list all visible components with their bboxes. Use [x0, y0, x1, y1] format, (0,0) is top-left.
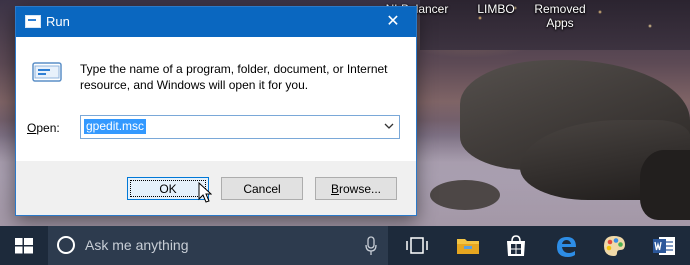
browse-button[interactable]: Browse...	[315, 177, 397, 200]
word-icon[interactable]	[651, 233, 677, 259]
taskbar: Ask me anything	[0, 226, 690, 265]
dialog-titlebar[interactable]: Run ✕	[16, 7, 416, 37]
run-program-icon	[32, 62, 62, 82]
dialog-content: Type the name of a program, folder, docu…	[16, 37, 416, 161]
run-dialog: Run ✕ Type the name of a program, folder…	[15, 6, 417, 216]
windows-start-icon[interactable]	[0, 226, 48, 265]
desktop-icon-removed-apps[interactable]: Removed Apps	[530, 2, 590, 30]
desktop-icon-limbo[interactable]: LIMBO	[466, 2, 526, 16]
cortana-icon[interactable]	[57, 236, 75, 254]
search-placeholder[interactable]: Ask me anything	[85, 237, 189, 253]
edge-icon[interactable]	[553, 233, 579, 259]
rock	[640, 150, 690, 220]
rock	[430, 180, 500, 210]
cancel-button[interactable]: Cancel	[221, 177, 303, 200]
paint-icon[interactable]	[601, 233, 627, 259]
open-label: Open:	[27, 121, 60, 135]
chevron-down-icon[interactable]	[383, 120, 395, 132]
open-combobox[interactable]: gpedit.msc	[80, 115, 400, 139]
ok-button[interactable]: OK	[127, 177, 209, 200]
open-input-value[interactable]: gpedit.msc	[84, 119, 147, 134]
microphone-icon[interactable]	[364, 236, 378, 256]
dialog-footer: OK Cancel Browse...	[16, 161, 416, 215]
mouse-cursor-icon	[198, 182, 212, 203]
dialog-title: Run	[46, 14, 70, 29]
close-button[interactable]: ✕	[370, 7, 416, 37]
file-explorer-icon[interactable]	[455, 233, 481, 259]
store-icon[interactable]	[503, 233, 529, 259]
search-box[interactable]: Ask me anything	[48, 226, 388, 265]
dialog-description: Type the name of a program, folder, docu…	[80, 62, 388, 92]
run-window-icon	[25, 15, 41, 28]
task-view-icon[interactable]	[404, 233, 430, 259]
